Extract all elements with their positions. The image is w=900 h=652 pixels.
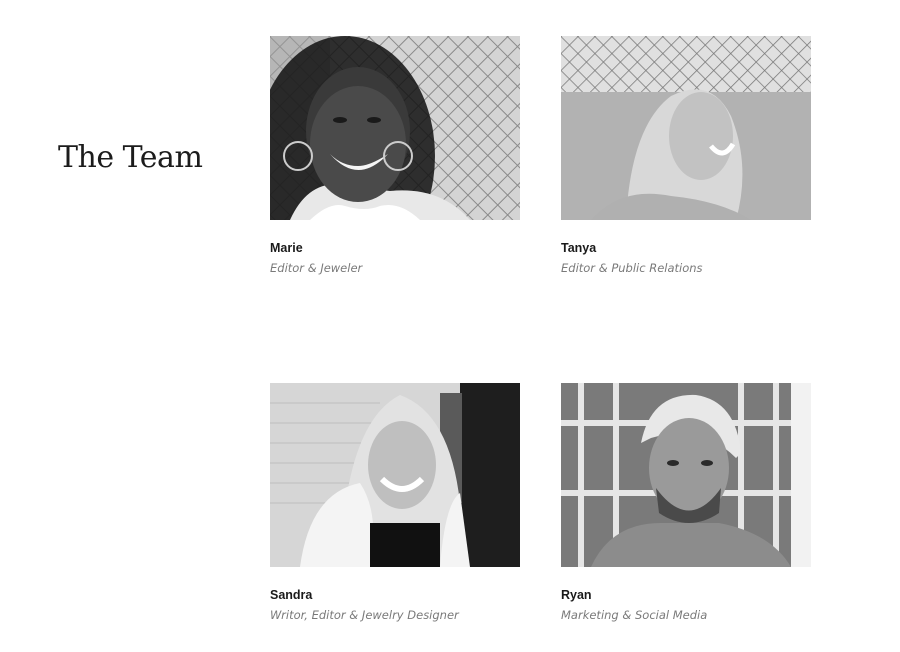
team-member-photo	[270, 383, 520, 567]
team-member-role: Marketing & Social Media	[561, 608, 708, 622]
team-member-role: Editor & Public Relations	[561, 261, 703, 275]
team-member-photo	[561, 383, 811, 567]
team-member-card: Tanya Editor & Public Relations	[561, 36, 811, 276]
team-member-photo	[561, 36, 811, 220]
team-member-name: Ryan	[561, 588, 592, 602]
team-member-name: Sandra	[270, 588, 313, 602]
team-member-card: Marie Editor & Jeweler	[270, 36, 520, 276]
team-member-name: Tanya	[561, 241, 597, 255]
section-title: The Team	[58, 140, 203, 175]
team-member-role: Writor, Editor & Jewelry Designer	[270, 608, 459, 622]
team-member-photo	[270, 36, 520, 220]
team-member-name: Marie	[270, 241, 303, 255]
team-member-card: Sandra Writor, Editor & Jewelry Designer	[270, 383, 520, 623]
team-member-role: Editor & Jeweler	[270, 261, 363, 275]
team-member-card: Ryan Marketing & Social Media	[561, 383, 811, 623]
